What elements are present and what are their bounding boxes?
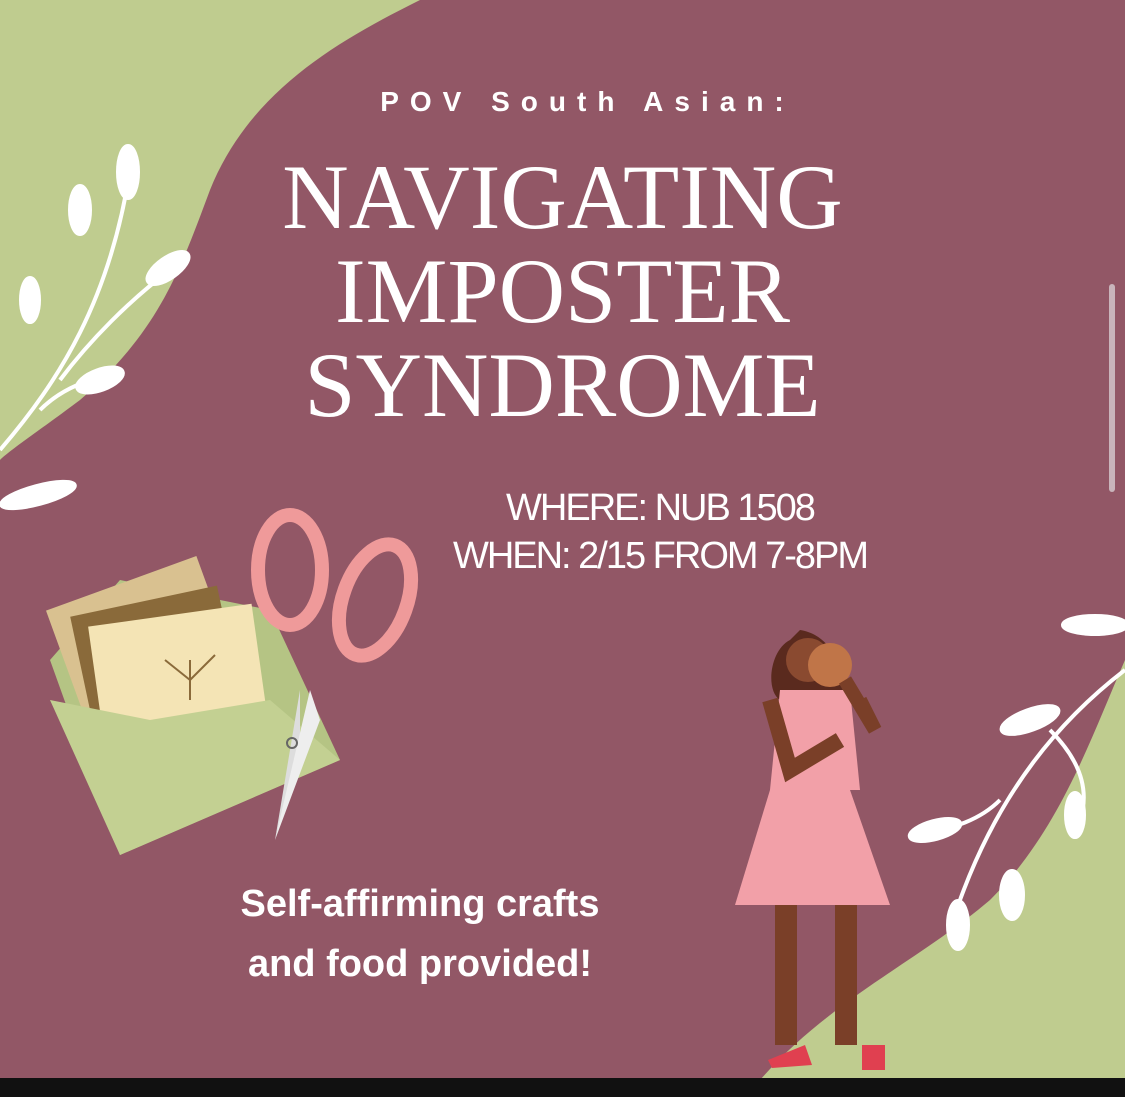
event-kicker: POV South Asian: xyxy=(380,86,795,117)
offer-line: Self-affirming crafts xyxy=(240,883,600,925)
offer-line: and food provided! xyxy=(247,943,593,985)
scrollbar[interactable] xyxy=(1109,284,1115,492)
title-line: IMPOSTER xyxy=(335,240,790,342)
envelope-illustration xyxy=(46,555,340,855)
title-line: SYNDROME xyxy=(304,334,821,436)
event-location: WHERE: NUB 1508 xyxy=(506,487,816,529)
title-line: NAVIGATING xyxy=(282,146,843,248)
event-details: WHERE: NUB 1508 WHEN: 2/15 FROM 7-8PM xyxy=(420,484,900,580)
event-time: WHEN: 2/15 FROM 7-8PM xyxy=(452,535,869,577)
event-title: NAVIGATING IMPOSTER SYNDROME xyxy=(0,150,1125,432)
event-offer: Self-affirming crafts and food provided! xyxy=(170,874,670,994)
bottom-bar xyxy=(0,1078,1125,1097)
